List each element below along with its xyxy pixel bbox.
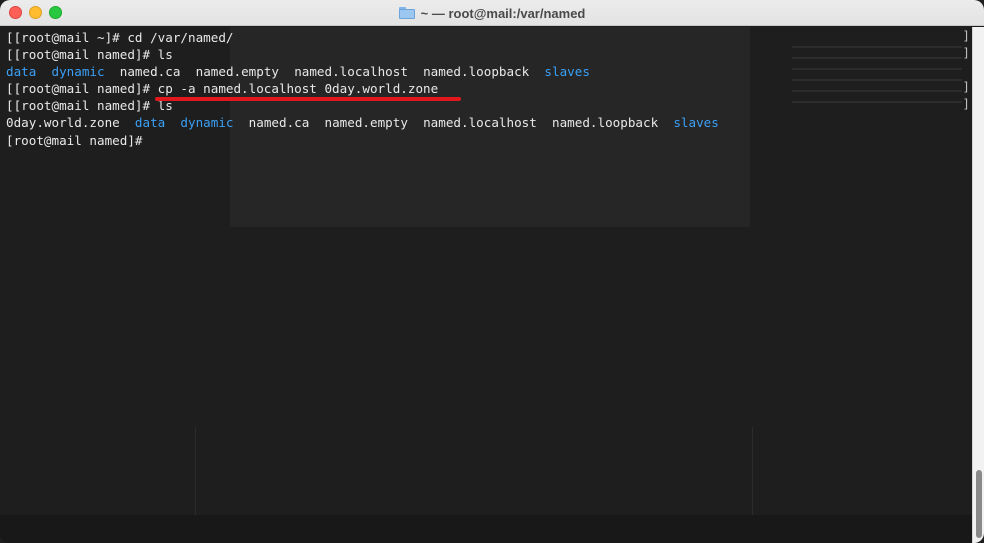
terminal-output[interactable]: [[root@mail ~]# cd /var/named/[[root@mai… <box>6 29 719 149</box>
wrap-mark <box>962 61 970 78</box>
file-entry: named.loopback <box>552 115 659 131</box>
title-bar[interactable]: ~ — root@mail:/var/named <box>0 0 984 26</box>
file-entry: 0day.world.zone <box>6 115 120 131</box>
terminal-line: 0day.world.zone data dynamic named.ca na… <box>6 114 719 131</box>
file-entry: named.ca <box>119 64 181 80</box>
shell-command: cp -a named.localhost 0day.world.zone <box>157 81 439 97</box>
shell-prompt: [[root@mail ~]# <box>6 30 128 45</box>
shell-prompt: [[root@mail named]# <box>6 98 158 114</box>
terminal-window: ~ — root@mail:/var/named [[root@mail ~]#… <box>0 0 984 543</box>
wrap-mark: ] <box>962 96 970 112</box>
scrollbar-thumb[interactable] <box>976 470 982 538</box>
directory-entry: data <box>6 64 37 80</box>
file-entry: named.localhost <box>294 64 408 80</box>
shell-prompt: [[root@mail named]# <box>6 47 158 63</box>
line-wrap-marks: ]]]] <box>962 27 970 112</box>
file-entry: named.ca <box>248 115 310 131</box>
folder-icon <box>398 7 415 19</box>
window-title-group: ~ — root@mail:/var/named <box>0 0 984 26</box>
wrap-mark: ] <box>962 45 970 61</box>
directory-entry: slaves <box>673 115 719 131</box>
directory-entry: dynamic <box>51 64 105 80</box>
wrap-mark: ] <box>962 79 970 95</box>
terminal-line: [[root@mail named]# ls <box>6 46 719 63</box>
file-entry: named.localhost <box>423 115 537 131</box>
directory-entry: dynamic <box>180 115 234 131</box>
file-entry: named.loopback <box>423 64 530 80</box>
file-entry: named.empty <box>195 64 280 80</box>
directory-entry: slaves <box>544 64 590 80</box>
terminal-line: data dynamic named.ca named.empty named.… <box>6 63 719 80</box>
background-divider <box>752 427 753 517</box>
background-band <box>0 515 972 543</box>
terminal-line: [root@mail named]# <box>6 132 719 149</box>
terminal-line: [[root@mail named]# cp -a named.localhos… <box>6 80 719 97</box>
terminal-content[interactable]: [[root@mail ~]# cd /var/named/[[root@mai… <box>0 27 972 543</box>
background-divider <box>195 427 196 517</box>
shell-prompt: [[root@mail named]# <box>6 81 158 97</box>
scrollbar[interactable] <box>972 27 984 543</box>
shell-command: ls <box>157 47 173 63</box>
background-ghost-lines <box>792 37 962 147</box>
shell-prompt: [root@mail named]# <box>6 132 151 148</box>
wrap-mark: ] <box>962 28 970 43</box>
shell-command: cd /var/named/ <box>127 30 234 45</box>
directory-entry: data <box>134 115 166 131</box>
window-title: ~ — root@mail:/var/named <box>420 5 586 21</box>
highlight-underline <box>155 97 461 101</box>
terminal-line: [[root@mail ~]# cd /var/named/ <box>6 29 719 46</box>
file-entry: named.empty <box>324 115 408 131</box>
